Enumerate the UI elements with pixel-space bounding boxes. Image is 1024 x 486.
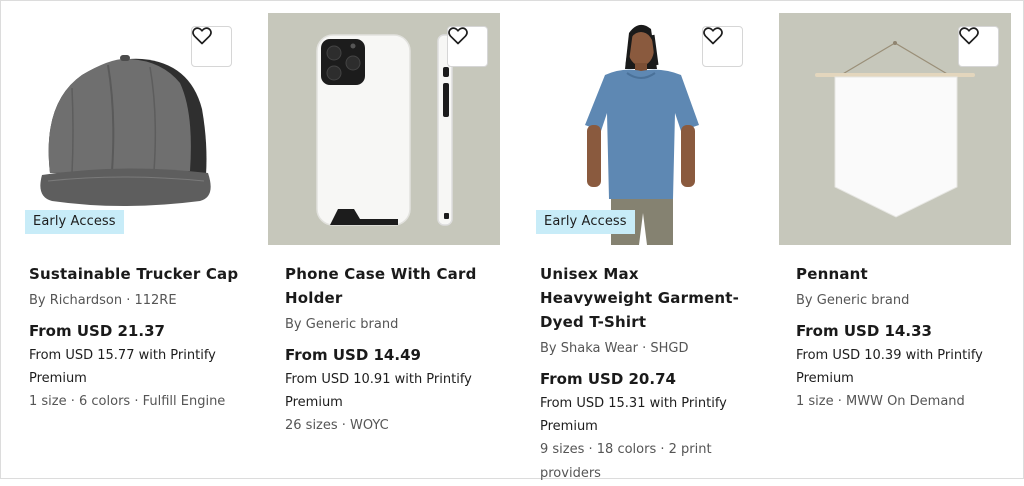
product-title[interactable]: Phone Case With Card Holder [285, 262, 500, 310]
product-card[interactable]: Pennant By Generic brand From USD 14.33 … [779, 13, 1011, 473]
heart-outline-icon [448, 27, 468, 45]
early-access-badge: Early Access [536, 210, 635, 234]
product-price: From USD 20.74 [540, 370, 676, 388]
favorite-button[interactable] [702, 26, 743, 67]
heart-outline-icon [703, 27, 723, 45]
product-card[interactable]: Early Access Unisex Max Heavyweight Garm… [523, 13, 755, 481]
favorite-button[interactable] [958, 26, 999, 67]
premium-price: From USD 10.91 with Printify Premium [285, 372, 472, 410]
favorite-button[interactable] [191, 26, 232, 67]
product-brand: By Richardson · 112RE [29, 293, 177, 308]
heart-outline-icon [959, 27, 979, 45]
premium-price: From USD 15.77 with Printify Premium [29, 348, 216, 386]
product-price: From USD 21.37 [29, 322, 165, 340]
product-brand: By Shaka Wear · SHGD [540, 341, 689, 356]
product-image[interactable] [268, 13, 500, 245]
early-access-badge: Early Access [25, 210, 124, 234]
product-grid: Early Access Sustainable Trucker Cap By … [12, 13, 1012, 481]
product-info: Pennant By Generic brand From USD 14.33 … [796, 262, 1011, 414]
product-meta: 26 sizes · WOYC [285, 418, 389, 433]
favorite-button[interactable] [447, 26, 488, 67]
product-info: Phone Case With Card Holder By Generic b… [285, 262, 500, 438]
product-price: From USD 14.49 [285, 346, 421, 364]
product-meta: 1 size · MWW On Demand [796, 394, 965, 409]
product-card[interactable]: Phone Case With Card Holder By Generic b… [268, 13, 500, 473]
product-title[interactable]: Unisex Max Heavyweight Garment-Dyed T-Sh… [540, 262, 755, 334]
product-image[interactable]: Early Access [523, 13, 755, 245]
product-info: Unisex Max Heavyweight Garment-Dyed T-Sh… [540, 262, 755, 486]
product-info: Sustainable Trucker Cap By Richardson · … [29, 262, 244, 414]
premium-price: From USD 15.31 with Printify Premium [540, 396, 727, 434]
product-title[interactable]: Pennant [796, 262, 1011, 286]
product-brand: By Generic brand [285, 317, 399, 332]
product-price: From USD 14.33 [796, 322, 932, 340]
product-brand: By Generic brand [796, 293, 910, 308]
product-title[interactable]: Sustainable Trucker Cap [29, 262, 244, 286]
heart-outline-icon [192, 27, 212, 45]
product-card[interactable]: Early Access Sustainable Trucker Cap By … [12, 13, 244, 473]
product-meta: 1 size · 6 colors · Fulfill Engine [29, 394, 226, 409]
premium-price: From USD 10.39 with Printify Premium [796, 348, 983, 386]
product-image[interactable] [779, 13, 1011, 245]
product-image[interactable]: Early Access [12, 13, 244, 245]
product-grid-frame: Early Access Sustainable Trucker Cap By … [0, 0, 1024, 481]
